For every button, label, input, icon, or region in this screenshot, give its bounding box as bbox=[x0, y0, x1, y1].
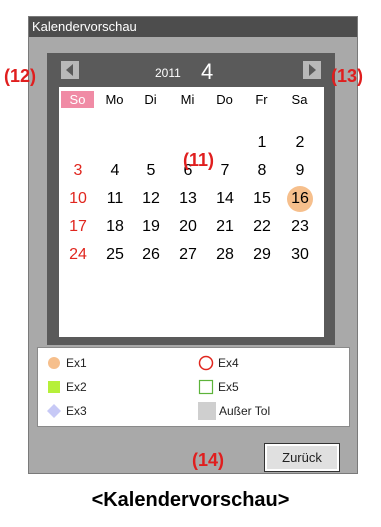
calendar-panel: 2011 4 So Mo Di Mi Do Fr Sa 1 2 3 4 5 6 7 8 9 10 1… bbox=[47, 53, 335, 345]
calendar-day[interactable]: 27 bbox=[173, 242, 203, 268]
weekday-header: Do bbox=[216, 92, 233, 107]
green-outline-square-icon bbox=[198, 379, 214, 395]
calendar-year: 2011 bbox=[155, 66, 181, 80]
calendar-day[interactable]: 10 bbox=[63, 186, 93, 212]
calendar-day[interactable]: 4 bbox=[100, 158, 130, 184]
orange-dot-icon bbox=[48, 357, 60, 369]
calendar-day[interactable]: 3 bbox=[63, 158, 93, 184]
weekday-header: Sa bbox=[291, 92, 308, 107]
right-arrow-icon bbox=[309, 64, 316, 76]
calendar-day[interactable]: 28 bbox=[210, 242, 240, 268]
back-button[interactable]: Zurück bbox=[264, 443, 340, 472]
weekday-header: Mi bbox=[180, 92, 195, 107]
calendar-day[interactable]: 17 bbox=[63, 214, 93, 240]
calendar-day[interactable]: 13 bbox=[173, 186, 203, 212]
diamond-icon bbox=[47, 404, 61, 418]
calendar-day[interactable]: 23 bbox=[285, 214, 315, 240]
calendar-day[interactable]: 16 bbox=[285, 186, 315, 212]
callout-14: (14) bbox=[192, 450, 225, 470]
calendar-day[interactable]: 18 bbox=[100, 214, 130, 240]
gray-square-icon bbox=[198, 402, 216, 420]
callout-13: (13) bbox=[331, 66, 364, 86]
calendar-day[interactable]: 30 bbox=[285, 242, 315, 268]
next-month-button[interactable] bbox=[303, 61, 321, 79]
weekday-header: Mo bbox=[105, 92, 124, 107]
calendar-day[interactable]: 19 bbox=[136, 214, 166, 240]
previous-month-button[interactable] bbox=[61, 61, 79, 79]
calendar-day[interactable]: 20 bbox=[173, 214, 203, 240]
calendar-day[interactable]: 21 bbox=[210, 214, 240, 240]
calendar-day[interactable]: 15 bbox=[247, 186, 277, 212]
calendar-day[interactable]: 22 bbox=[247, 214, 277, 240]
calendar-grid: So Mo Di Mi Do Fr Sa 1 2 3 4 5 6 7 8 9 10 11 12 13 14… bbox=[59, 87, 324, 337]
calendar-day[interactable]: 5 bbox=[136, 158, 166, 184]
calendar-day[interactable]: 26 bbox=[136, 242, 166, 268]
calendar-day[interactable]: 8 bbox=[247, 158, 277, 184]
calendar-day[interactable]: 2 bbox=[285, 130, 315, 156]
callout-12: (12) bbox=[4, 66, 37, 86]
callout-11: (11) bbox=[183, 150, 215, 170]
calendar-day[interactable]: 7 bbox=[210, 158, 240, 184]
window-title: Kalendervorschau bbox=[29, 17, 357, 37]
calendar-day[interactable]: 11 bbox=[100, 186, 130, 212]
calendar-day[interactable]: 29 bbox=[247, 242, 277, 268]
legend: Ex1 Ex2 Ex3 Ex4 Ex5 Außer Tol bbox=[37, 347, 350, 427]
calendar-day[interactable]: 9 bbox=[285, 158, 315, 184]
red-ring-icon bbox=[198, 355, 214, 371]
weekday-header: Di bbox=[144, 92, 157, 107]
figure-caption: <Kalendervorschau> bbox=[91, 489, 290, 511]
calendar-preview-window: Kalendervorschau 2011 4 So Mo Di Mi Do F… bbox=[28, 16, 358, 474]
calendar-day[interactable]: 25 bbox=[100, 242, 130, 268]
calendar-month: 4 bbox=[201, 59, 214, 84]
weekday-header: Fr bbox=[255, 92, 268, 107]
calendar-day[interactable]: 24 bbox=[63, 242, 93, 268]
calendar-day[interactable]: 1 bbox=[247, 130, 277, 156]
calendar-day[interactable]: 12 bbox=[136, 186, 166, 212]
calendar-day[interactable]: 14 bbox=[210, 186, 240, 212]
left-arrow-icon bbox=[66, 64, 73, 76]
green-square-icon bbox=[48, 381, 60, 393]
weekday-header: So bbox=[61, 91, 94, 108]
